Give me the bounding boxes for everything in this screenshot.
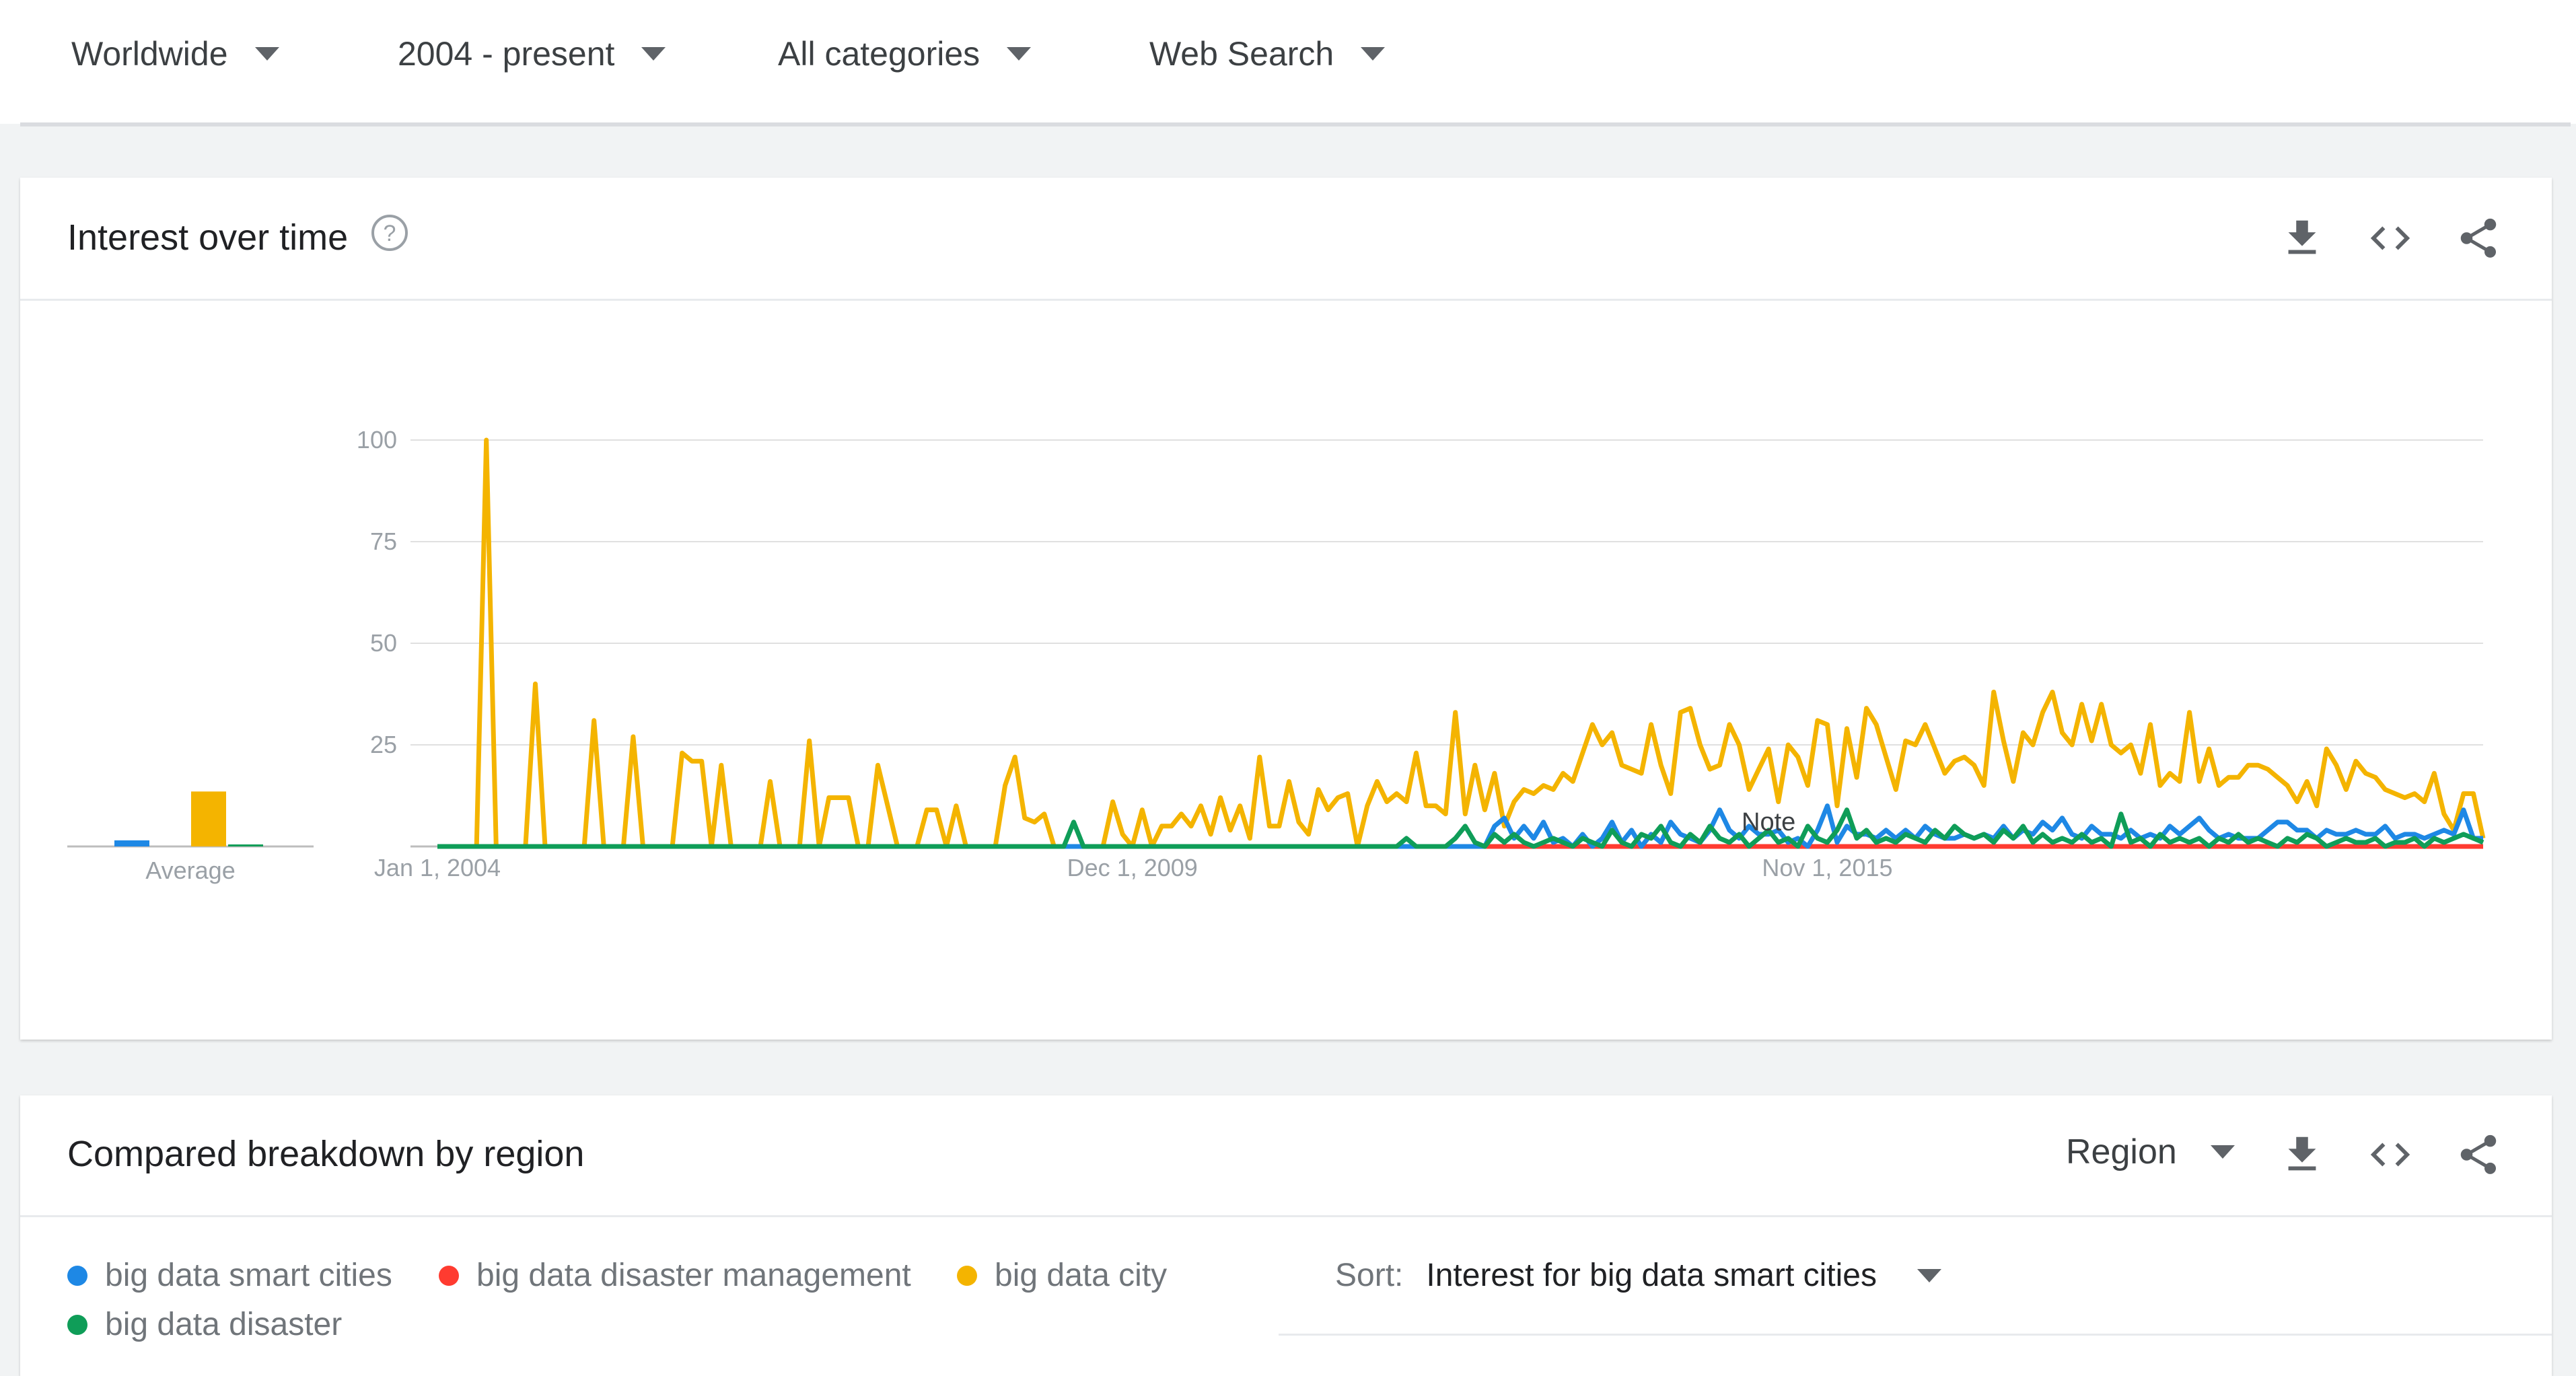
time-filter-dropdown[interactable]: 2004 - present	[398, 27, 666, 81]
x-tick-label: Dec 1, 2009	[1067, 854, 1198, 881]
geo-filter-dropdown[interactable]: Worldwide	[71, 27, 279, 81]
note-annotation: Note	[1742, 808, 1795, 836]
property-filter-dropdown[interactable]: Web Search	[1149, 27, 1386, 81]
chevron-down-icon	[2210, 1145, 2235, 1159]
property-filter-label: Web Search	[1149, 35, 1334, 73]
share-button[interactable]	[2453, 1129, 2504, 1180]
download-button[interactable]	[2277, 1129, 2328, 1180]
geo-filter-label: Worldwide	[71, 35, 228, 73]
series-line-big-data-disaster	[437, 807, 2484, 849]
y-tick-label: 75	[370, 528, 397, 555]
category-filter-label: All categories	[778, 35, 980, 73]
category-filter-dropdown[interactable]: All categories	[778, 27, 1032, 81]
legend-label: big data disaster	[105, 1307, 343, 1342]
download-icon	[2288, 1136, 2316, 1171]
legend-item-big-data-disaster: big data disaster	[67, 1306, 342, 1343]
filter-bar: Worldwide 2004 - present All categories …	[0, 0, 2576, 124]
embed-button[interactable]	[2365, 1129, 2416, 1180]
x-tick-label: Jan 1, 2004	[374, 854, 501, 881]
share-icon	[2460, 1134, 2497, 1174]
y-tick-label: 50	[370, 629, 397, 657]
chevron-down-icon	[1361, 47, 1386, 61]
legend-label: big data disaster management	[476, 1258, 911, 1293]
y-tick-label: 25	[370, 731, 397, 758]
legend-item-big-data-city: big data city	[957, 1257, 1167, 1294]
series-dot	[957, 1265, 977, 1286]
series-dot	[67, 1314, 87, 1335]
legend-item-big-data-smart-cities: big data smart cities	[67, 1257, 392, 1294]
average-bar-big-data-disaster	[228, 844, 263, 846]
legend-label: big data city	[995, 1258, 1168, 1293]
chevron-down-icon	[641, 47, 666, 61]
region-list-divider	[1279, 1334, 2552, 1336]
card-header-divider	[20, 1215, 2552, 1217]
legend-item-big-data-disaster-management: big data disaster management	[439, 1257, 911, 1294]
region-breakdown-card: Compared breakdown by region Region big …	[20, 1095, 2552, 1376]
average-bar-big-data-city	[191, 791, 226, 846]
average-label: Average	[145, 857, 235, 884]
sort-value: Interest for big data smart cities	[1426, 1258, 1877, 1293]
sort-dropdown[interactable]: Sort: Interest for big data smart cities	[1335, 1257, 1941, 1294]
region-resolution-dropdown[interactable]: Region	[2066, 1132, 2235, 1172]
embed-icon	[2370, 1143, 2410, 1167]
chevron-down-icon	[254, 47, 279, 61]
filter-bar-divider	[20, 122, 2571, 126]
region-label: Region	[2066, 1132, 2177, 1171]
average-bar-big-data-smart-cities	[114, 840, 149, 846]
chevron-down-icon	[1007, 47, 1032, 61]
card-title: Compared breakdown by region	[67, 1134, 585, 1174]
series-dot	[67, 1265, 87, 1286]
chevron-down-icon	[1917, 1268, 1941, 1282]
interest-over-time-card: Interest over time ? 100 75 50 25 Jan 1, 200…	[20, 178, 2552, 1040]
series-dot	[439, 1265, 459, 1286]
x-tick-label: Nov 1, 2015	[1762, 854, 1892, 881]
legend-label: big data smart cities	[105, 1258, 392, 1293]
sort-label: Sort:	[1335, 1258, 1404, 1293]
time-filter-label: 2004 - present	[398, 35, 615, 73]
interest-chart: 100 75 50 25 Jan 1, 2004 Dec 1, 2009 Nov 1, 20…	[67, 426, 2486, 884]
y-tick-label: 100	[357, 426, 397, 454]
